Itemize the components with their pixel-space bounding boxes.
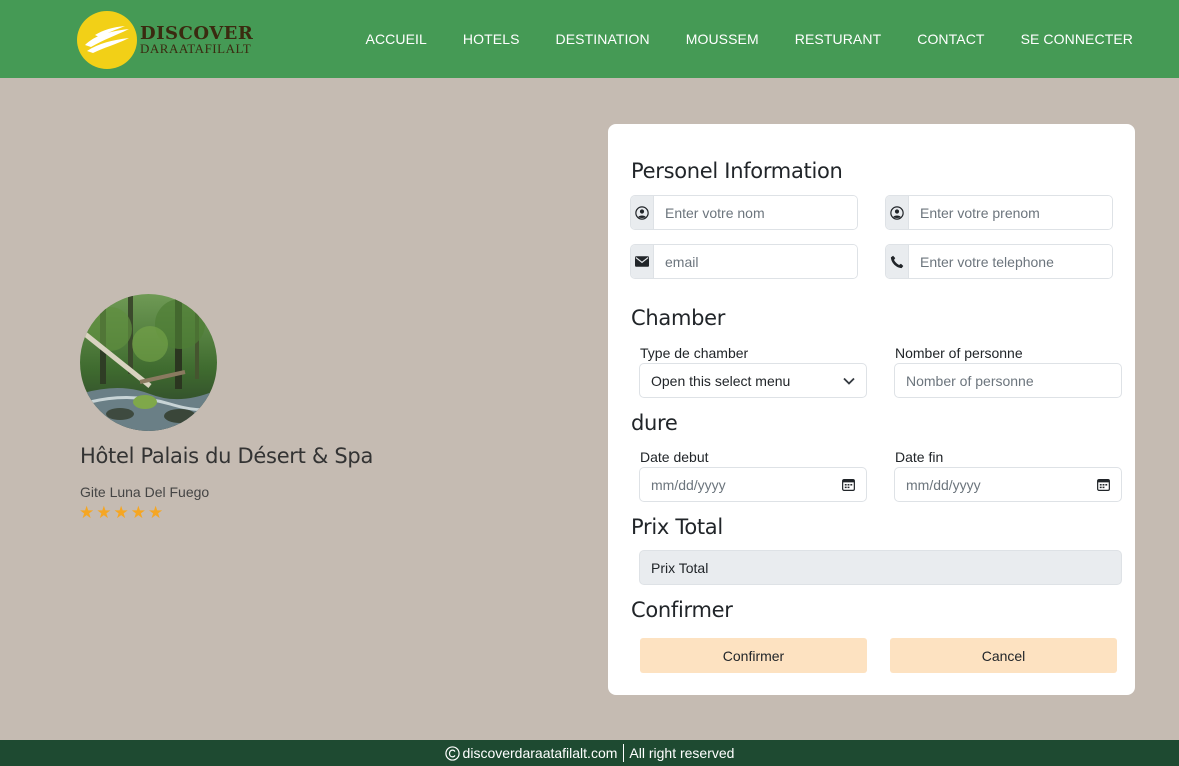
date-debut-input[interactable] [651, 476, 842, 493]
star-icon: ★ [130, 503, 146, 522]
date-debut-label: Date debut [640, 449, 709, 465]
cancel-button[interactable]: Cancel [890, 638, 1117, 673]
section-title-prix: Prix Total [631, 515, 723, 539]
section-title-chamber: Chamber [631, 306, 726, 330]
prix-total-value: Prix Total [651, 559, 709, 576]
nav-item-contact[interactable]: CONTACT [899, 31, 1002, 47]
email-input-group [630, 244, 858, 279]
section-title-confirmer: Confirmer [631, 598, 733, 622]
hotel-image [80, 294, 217, 431]
brand-tagline: DARAATAFILALT [140, 41, 252, 56]
type-chamber-label: Type de chamber [640, 345, 749, 361]
nombre-personne-input[interactable] [906, 372, 1110, 389]
logo-emblem-icon [77, 11, 137, 69]
telephone-input-group [885, 244, 1113, 279]
nav-item-se-connecter[interactable]: SE CONNECTER [1003, 31, 1133, 47]
star-icon: ★ [148, 503, 164, 522]
phone-icon [886, 245, 909, 278]
nom-input-group [630, 195, 858, 230]
star-icon: ★ [96, 503, 112, 522]
calendar-icon[interactable] [842, 478, 855, 491]
section-title-personal: Personel Information [631, 159, 843, 183]
user-circle-icon [886, 196, 909, 229]
nombre-personne-field [894, 363, 1122, 398]
footer-divider [623, 744, 625, 762]
hotel-subtitle: Gite Luna Del Fuego [80, 484, 210, 500]
calendar-icon[interactable] [1097, 478, 1110, 491]
nav-item-resturant[interactable]: RESTURANT [777, 31, 899, 47]
footer-site[interactable]: discoverdaraatafilalt.com [463, 745, 618, 761]
date-fin-label: Date fin [895, 449, 944, 465]
navbar: DISCOVER DARAATAFILALT ACCUEIL HOTELS DE… [0, 0, 1179, 78]
prix-total-field: Prix Total [639, 550, 1122, 585]
hotel-rating: ★ ★ ★ ★ ★ [79, 503, 163, 523]
nav-item-hotels[interactable]: HOTELS [445, 31, 538, 47]
date-fin-field [894, 467, 1122, 502]
nav-item-destination[interactable]: DESTINATION [538, 31, 668, 47]
nom-input[interactable] [654, 196, 857, 229]
copyright-icon [444, 745, 460, 761]
section-title-dure: dure [631, 411, 678, 435]
type-chamber-selected: Open this select menu [651, 372, 791, 389]
telephone-input[interactable] [909, 245, 1112, 278]
nav-item-moussem[interactable]: MOUSSEM [668, 31, 777, 47]
type-chamber-select[interactable]: Open this select menu [639, 363, 867, 398]
hotel-name: Hôtel Palais du Désert & Spa [80, 444, 374, 468]
email-input[interactable] [654, 245, 857, 278]
date-debut-field [639, 467, 867, 502]
prenom-input-group [885, 195, 1113, 230]
prenom-input[interactable] [909, 196, 1112, 229]
nav-item-accueil[interactable]: ACCUEIL [348, 31, 445, 47]
star-icon: ★ [113, 503, 129, 522]
chevron-down-icon [843, 377, 855, 385]
envelope-icon [631, 245, 654, 278]
footer-rights: All right reserved [629, 745, 735, 761]
brand-logo[interactable]: DISCOVER DARAATAFILALT [77, 11, 253, 69]
footer: discoverdaraatafilalt.com All right rese… [0, 740, 1179, 766]
date-fin-input[interactable] [906, 476, 1097, 493]
confirm-button[interactable]: Confirmer [640, 638, 867, 673]
user-circle-icon [631, 196, 654, 229]
nombre-personne-label: Nomber of personne [895, 345, 1023, 361]
nav-menu: ACCUEIL HOTELS DESTINATION MOUSSEM RESTU… [348, 0, 1133, 78]
reservation-form-card: Personel Information Chamber Type de cha… [608, 124, 1135, 695]
star-icon: ★ [79, 503, 95, 522]
